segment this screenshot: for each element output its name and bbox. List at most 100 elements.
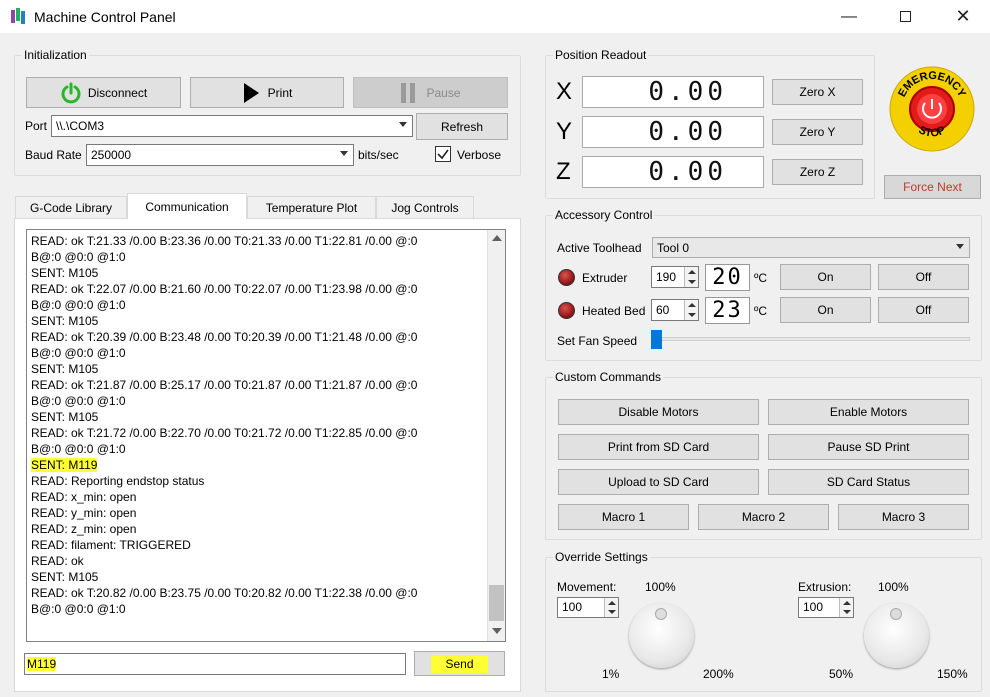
log-line-text: READ: x_min: open xyxy=(31,490,137,504)
log-line-text: SENT: M105 xyxy=(31,314,99,328)
log-line: B@:0 @0:0 @1:0 xyxy=(31,441,126,457)
spinner-arrows-icon[interactable] xyxy=(839,598,853,617)
macro-2-button[interactable]: Macro 2 xyxy=(698,504,829,530)
pause-sd-print-button[interactable]: Pause SD Print xyxy=(768,434,969,460)
baud-rate-value: 250000 xyxy=(91,148,132,162)
position-readout-legend: Position Readout xyxy=(555,48,647,62)
log-line-text: SENT: M119 xyxy=(31,458,98,472)
extruder-off-button[interactable]: Off xyxy=(878,264,969,290)
extrusion-dial[interactable] xyxy=(864,603,929,668)
extruder-on-button[interactable]: On xyxy=(780,264,871,290)
bed-target-input[interactable]: 60 xyxy=(651,299,699,321)
log-line-text: B@:0 @0:0 @1:0 xyxy=(31,346,126,360)
verbose-checkbox[interactable] xyxy=(435,146,451,162)
log-line: SENT: M105 xyxy=(31,361,98,377)
dial-indicator-icon xyxy=(890,608,902,620)
extruder-target-value: 190 xyxy=(656,270,677,284)
extrusion-input[interactable]: 100 xyxy=(798,597,854,618)
scroll-up-icon[interactable] xyxy=(492,235,502,241)
command-input[interactable]: M119 xyxy=(24,653,406,675)
log-line-text: READ: ok T:21.33 /0.00 B:23.36 /0.00 T0:… xyxy=(31,234,418,248)
macro-1-button[interactable]: Macro 1 xyxy=(558,504,689,530)
chevron-down-icon xyxy=(340,151,348,156)
refresh-button[interactable]: Refresh xyxy=(416,113,508,140)
spinner-arrows-icon[interactable] xyxy=(604,598,618,617)
print-button[interactable]: Print xyxy=(190,77,344,108)
log-line: B@:0 @0:0 @1:0 xyxy=(31,601,126,617)
log-line-text: SENT: M105 xyxy=(31,266,99,280)
minimize-icon[interactable]: — xyxy=(826,0,872,33)
extrusion-value: 100 xyxy=(803,600,824,614)
toolhead-value: Tool 0 xyxy=(657,241,690,255)
y-axis-label: Y xyxy=(556,118,573,145)
force-next-button[interactable]: Force Next xyxy=(884,175,981,199)
tab-gcode-library[interactable]: G-Code Library xyxy=(15,196,127,218)
emergency-stop-button[interactable]: EMERGENCY STOP xyxy=(889,66,975,152)
disconnect-button[interactable]: Disconnect xyxy=(26,77,181,108)
movement-min-label: 1% xyxy=(602,667,620,681)
log-line-text: READ: ok T:21.87 /0.00 B:25.17 /0.00 T0:… xyxy=(31,378,418,392)
disable-motors-button[interactable]: Disable Motors xyxy=(558,399,759,425)
heated-bed-label: Heated Bed xyxy=(582,304,646,318)
log-line-text: READ: ok T:22.07 /0.00 B:21.60 /0.00 T0:… xyxy=(31,282,418,296)
scrollbar-thumb[interactable] xyxy=(489,585,504,621)
toolhead-select[interactable]: Tool 0 xyxy=(652,237,970,258)
log-line-text: SENT: M105 xyxy=(31,362,99,376)
extruder-target-input[interactable]: 190 xyxy=(651,266,699,288)
chevron-down-icon xyxy=(956,244,964,249)
pause-button[interactable]: Pause xyxy=(353,77,508,108)
tab-jog-controls[interactable]: Jog Controls xyxy=(376,196,474,218)
bed-on-button[interactable]: On xyxy=(780,297,871,323)
fan-speed-thumb[interactable] xyxy=(651,330,662,349)
baud-rate-select[interactable]: 250000 xyxy=(86,144,354,166)
send-label: Send xyxy=(431,654,488,673)
enable-motors-button[interactable]: Enable Motors xyxy=(768,399,969,425)
log-line: B@:0 @0:0 @1:0 xyxy=(31,249,126,265)
fan-speed-slider[interactable] xyxy=(652,337,970,341)
baud-unit-label: bits/sec xyxy=(358,148,399,162)
log-line-text: READ: filament: TRIGGERED xyxy=(31,538,191,552)
sd-card-status-button[interactable]: SD Card Status xyxy=(768,469,969,495)
zero-y-button[interactable]: Zero Y xyxy=(772,119,863,145)
movement-dial[interactable] xyxy=(629,603,694,668)
close-icon[interactable]: ✕ xyxy=(940,0,986,33)
movement-value: 100 xyxy=(562,600,583,614)
bed-off-button[interactable]: Off xyxy=(878,297,969,323)
active-toolhead-label: Active Toolhead xyxy=(557,241,642,255)
log-line: READ: z_min: open xyxy=(31,521,136,537)
log-line: B@:0 @0:0 @1:0 xyxy=(31,393,126,409)
zero-z-button[interactable]: Zero Z xyxy=(772,159,863,185)
scroll-down-icon[interactable] xyxy=(492,628,502,634)
tab-temperature-plot[interactable]: Temperature Plot xyxy=(247,196,376,218)
log-line: READ: ok xyxy=(31,553,84,569)
app-icon xyxy=(11,8,25,24)
tab-communication[interactable]: Communication xyxy=(127,193,247,219)
upload-to-sd-button[interactable]: Upload to SD Card xyxy=(558,469,759,495)
log-line: B@:0 @0:0 @1:0 xyxy=(31,345,126,361)
print-label: Print xyxy=(267,85,293,100)
fan-speed-label: Set Fan Speed xyxy=(557,334,638,348)
log-line: READ: x_min: open xyxy=(31,489,136,505)
movement-input[interactable]: 100 xyxy=(557,597,619,618)
macro-3-button[interactable]: Macro 3 xyxy=(838,504,969,530)
maximize-icon[interactable] xyxy=(882,0,928,33)
port-select[interactable]: \\.\COM3 xyxy=(51,115,413,137)
send-button[interactable]: Send xyxy=(414,651,505,676)
log-line: READ: Reporting endstop status xyxy=(31,473,204,489)
log-line-text: B@:0 @0:0 @1:0 xyxy=(31,298,126,312)
heated-bed-status-icon xyxy=(558,302,575,319)
pause-label: Pause xyxy=(426,85,461,100)
zero-x-button[interactable]: Zero X xyxy=(772,79,863,105)
log-scrollbar[interactable] xyxy=(487,230,505,641)
log-line: SENT: M105 xyxy=(31,265,98,281)
log-line: READ: y_min: open xyxy=(31,505,136,521)
chevron-down-icon xyxy=(399,122,407,127)
log-line: SENT: M105 xyxy=(31,313,98,329)
communication-log[interactable]: READ: ok T:21.33 /0.00 B:23.36 /0.00 T0:… xyxy=(26,229,506,642)
print-from-sd-button[interactable]: Print from SD Card xyxy=(558,434,759,460)
spinner-arrows-icon[interactable] xyxy=(684,267,698,287)
extruder-status-icon xyxy=(558,269,575,286)
log-line-text: READ: ok T:20.82 /0.00 B:23.75 /0.00 T0:… xyxy=(31,586,418,600)
extruder-label: Extruder xyxy=(582,271,628,285)
spinner-arrows-icon[interactable] xyxy=(684,300,698,320)
